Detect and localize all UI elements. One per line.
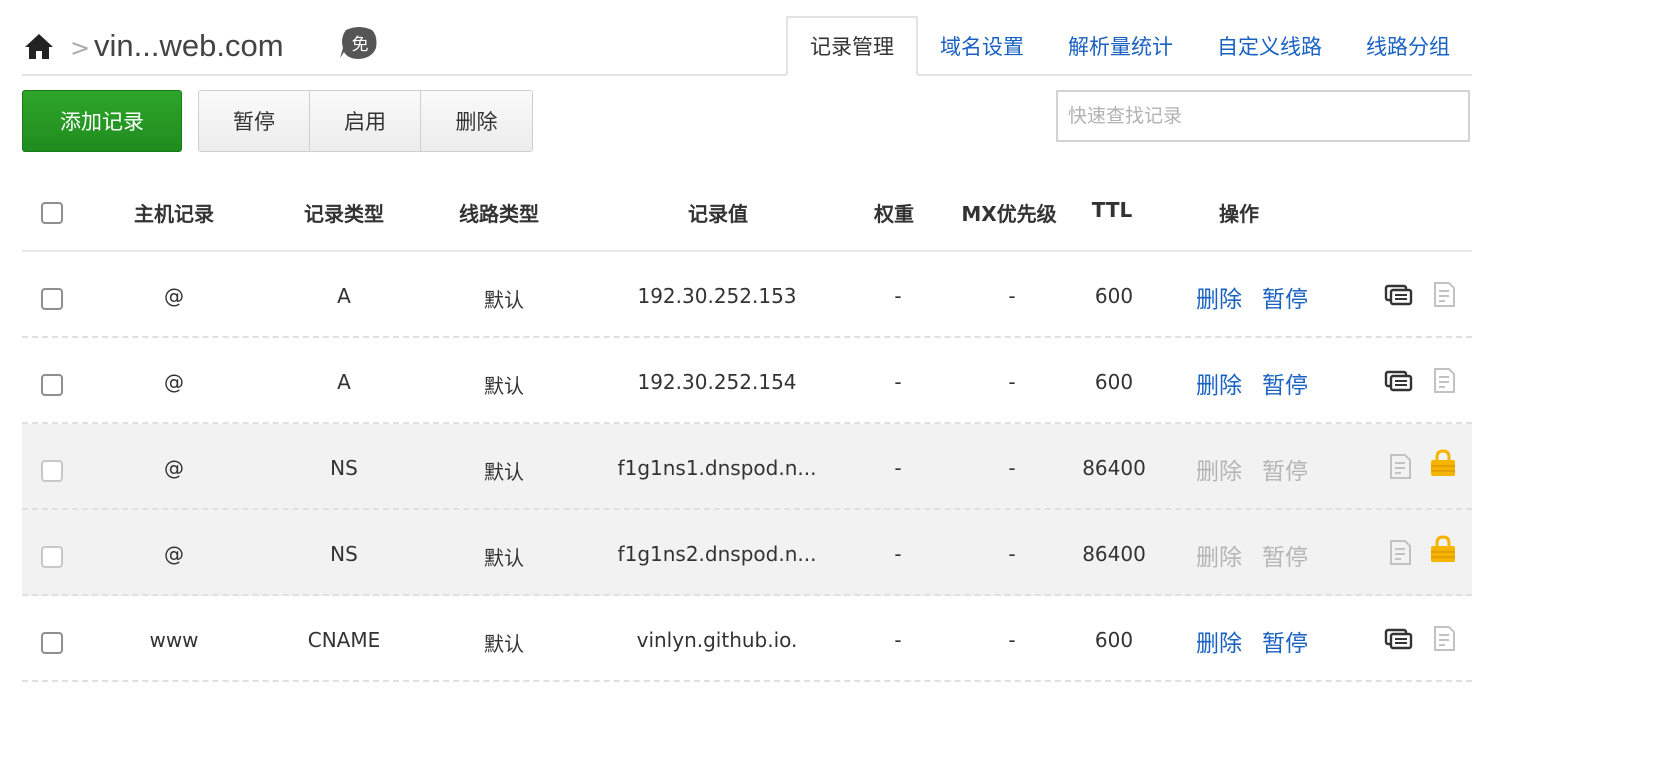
row-pause-link[interactable]: 暂停 [1262, 280, 1308, 314]
row-checkbox [41, 460, 63, 482]
note-icon[interactable] [1386, 452, 1416, 482]
delete-button[interactable]: 删除 [421, 91, 532, 151]
cell-value: f1g1ns2.dnspod.n... [617, 542, 817, 566]
cell-weight: - [894, 628, 902, 652]
cell-line: 默认 [484, 546, 524, 570]
cell-weight: - [894, 542, 902, 566]
tab-custom-lines[interactable]: 自定义线路 [1195, 16, 1344, 76]
cell-host: @ [164, 456, 184, 480]
row-delete-link-disabled: 删除 [1196, 459, 1242, 485]
header-type: 记录类型 [304, 202, 384, 226]
tab-resolution-stats[interactable]: 解析量统计 [1046, 16, 1195, 76]
cell-ttl: 600 [1094, 284, 1134, 308]
tab-line-groups[interactable]: 线路分组 [1344, 16, 1472, 76]
cell-mx: - [1008, 456, 1016, 480]
cell-ttl: 86400 [1082, 542, 1146, 566]
free-badge-icon: 免 [340, 27, 377, 59]
cell-ttl: 86400 [1082, 456, 1146, 480]
row-delete-link[interactable]: 删除 [1196, 366, 1242, 400]
cell-weight: - [894, 370, 902, 394]
cell-type: NS [330, 456, 358, 480]
bulk-action-group: 暂停 启用 删除 [198, 90, 533, 152]
cell-host: @ [164, 542, 184, 566]
cell-weight: - [894, 284, 902, 308]
select-all-checkbox[interactable] [41, 202, 63, 224]
enable-button[interactable]: 启用 [310, 91, 421, 151]
cell-mx: - [1008, 542, 1016, 566]
add-record-button[interactable]: 添加记录 [22, 90, 182, 152]
cell-host: @ [164, 370, 184, 394]
cell-line: 默认 [484, 288, 524, 312]
row-pause-link[interactable]: 暂停 [1262, 624, 1308, 658]
table-header: 主机记录 记录类型 线路类型 记录值 权重 MX优先级 TTL 操作 [22, 170, 1472, 252]
cell-ttl: 600 [1094, 370, 1134, 394]
header-value: 记录值 [688, 202, 748, 226]
home-icon[interactable] [24, 32, 54, 60]
header: > vin...web.com 免 记录管理 域名设置 解析量统计 自定义线路 … [22, 16, 1472, 76]
row-checkbox [41, 546, 63, 568]
cell-line: 默认 [484, 460, 524, 484]
row-pause-link-disabled: 暂停 [1262, 545, 1308, 571]
records-table: 主机记录 记录类型 线路类型 记录值 权重 MX优先级 TTL 操作 @ A 默… [22, 170, 1472, 682]
row-pause-link[interactable]: 暂停 [1262, 366, 1308, 400]
row-delete-link[interactable]: 删除 [1196, 280, 1242, 314]
cell-line: 默认 [484, 632, 524, 656]
row-pause-link-disabled: 暂停 [1262, 459, 1308, 485]
header-host: 主机记录 [134, 202, 214, 226]
table-row: @ NS 默认 f1g1ns1.dnspod.n... - - 86400 删除… [22, 424, 1472, 510]
row-delete-link[interactable]: 删除 [1196, 624, 1242, 658]
tab-domain-settings[interactable]: 域名设置 [918, 16, 1046, 76]
breadcrumb-separator: > [70, 34, 91, 62]
header-ttl: TTL [1091, 198, 1133, 222]
cell-value: 192.30.252.154 [637, 370, 797, 394]
remark-icon[interactable] [1384, 366, 1414, 396]
table-row: www CNAME 默认 vinlyn.github.io. - - 600 删… [22, 596, 1472, 682]
note-icon[interactable] [1430, 280, 1460, 310]
search-input[interactable] [1056, 90, 1470, 142]
cell-value: 192.30.252.153 [637, 284, 797, 308]
cell-value: f1g1ns1.dnspod.n... [617, 456, 817, 480]
domain-title: vin...web.com [94, 28, 284, 63]
header-mx: MX优先级 [961, 202, 1057, 226]
table-row: @ NS 默认 f1g1ns2.dnspod.n... - - 86400 删除… [22, 510, 1472, 596]
cell-type: A [337, 284, 351, 308]
header-ops: 操作 [1219, 202, 1259, 226]
remark-icon[interactable] [1384, 280, 1414, 310]
cell-mx: - [1008, 370, 1016, 394]
row-delete-link-disabled: 删除 [1196, 545, 1242, 571]
header-line: 线路类型 [459, 202, 539, 226]
cell-type: CNAME [307, 628, 381, 652]
cell-value: vinlyn.github.io. [636, 628, 798, 652]
tab-record-management[interactable]: 记录管理 [786, 16, 918, 76]
cell-host: www [149, 628, 199, 652]
header-weight: 权重 [874, 202, 914, 226]
lock-icon [1431, 535, 1455, 562]
row-checkbox[interactable] [41, 288, 63, 310]
table-row: @ A 默认 192.30.252.153 - - 600 删除 暂停 [22, 252, 1472, 338]
cell-weight: - [894, 456, 902, 480]
note-icon[interactable] [1430, 366, 1460, 396]
remark-icon[interactable] [1384, 624, 1414, 654]
cell-type: A [337, 370, 351, 394]
tab-bar: 记录管理 域名设置 解析量统计 自定义线路 线路分组 [786, 16, 1472, 76]
cell-mx: - [1008, 628, 1016, 652]
cell-type: NS [330, 542, 358, 566]
pause-button[interactable]: 暂停 [199, 91, 310, 151]
svg-text:免: 免 [352, 35, 369, 55]
lock-icon [1431, 449, 1455, 476]
cell-ttl: 600 [1094, 628, 1134, 652]
table-row: @ A 默认 192.30.252.154 - - 600 删除 暂停 [22, 338, 1472, 424]
cell-mx: - [1008, 284, 1016, 308]
row-checkbox[interactable] [41, 374, 63, 396]
note-icon[interactable] [1430, 624, 1460, 654]
note-icon[interactable] [1386, 538, 1416, 568]
cell-line: 默认 [484, 374, 524, 398]
cell-host: @ [164, 284, 184, 308]
row-checkbox[interactable] [41, 632, 63, 654]
